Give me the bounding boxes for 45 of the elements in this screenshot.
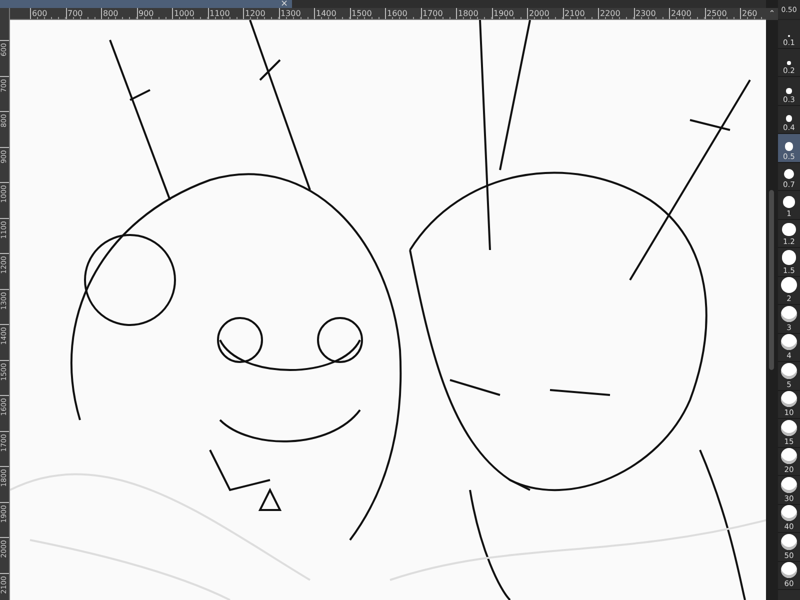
brush-dot-icon	[781, 534, 797, 550]
brush-dot-icon	[781, 277, 797, 293]
brush-dot-icon	[781, 476, 797, 492]
ruler-label: 600	[32, 8, 48, 19]
ruler-label: 700	[68, 8, 83, 19]
ruler-label: 2100	[564, 8, 585, 19]
scrollbar-thumb[interactable]	[769, 190, 774, 370]
brush-dot-icon	[781, 391, 797, 407]
brush-dot-icon	[781, 362, 797, 378]
ruler-label: 1600	[387, 8, 408, 19]
ruler-label: 1800	[458, 8, 478, 19]
ruler-label: 1700	[422, 8, 443, 19]
brush-dot-icon	[781, 334, 797, 350]
ruler-label: 2400	[671, 8, 692, 19]
brush-dot-icon	[781, 306, 797, 322]
brush-dot-icon	[784, 142, 794, 150]
brush-dot-icon	[782, 222, 796, 236]
ruler-label: 800	[103, 8, 118, 19]
ruler-label: 900	[138, 8, 154, 19]
ruler-label: 1100	[210, 8, 230, 19]
brush-dot-icon	[781, 562, 797, 578]
brush-dot-icon	[787, 61, 791, 65]
ruler-label: 260	[742, 8, 758, 19]
ruler-label: 1200	[245, 8, 266, 19]
brush-dot-icon	[782, 250, 796, 264]
ruler-label: 2300	[636, 8, 656, 19]
brush-dot-icon	[781, 505, 797, 521]
brush-dot-icon	[781, 448, 797, 464]
ruler-label: 1000	[174, 8, 194, 19]
ruler-label: 2200	[600, 8, 620, 19]
brush-dot-icon	[781, 420, 797, 436]
ruler-label: 1500	[352, 8, 372, 19]
brush-dot-icon	[783, 196, 795, 208]
brush-dot-icon	[784, 169, 794, 179]
brush-dot-icon	[786, 88, 792, 94]
ruler-label: 1900	[494, 8, 514, 19]
document-tab[interactable]: ×	[0, 0, 292, 8]
vertical-scrollbar[interactable]: ⌃	[766, 0, 778, 600]
ruler-label: 2000	[529, 8, 550, 19]
scroll-up-button[interactable]: ⌃	[766, 8, 778, 20]
brush-dot-icon	[786, 115, 792, 122]
ruler-label: 1400	[316, 8, 336, 19]
ruler-label: 1300	[280, 8, 301, 19]
ruler-label: 2500	[706, 8, 727, 19]
close-tab-button[interactable]: ×	[280, 0, 288, 8]
